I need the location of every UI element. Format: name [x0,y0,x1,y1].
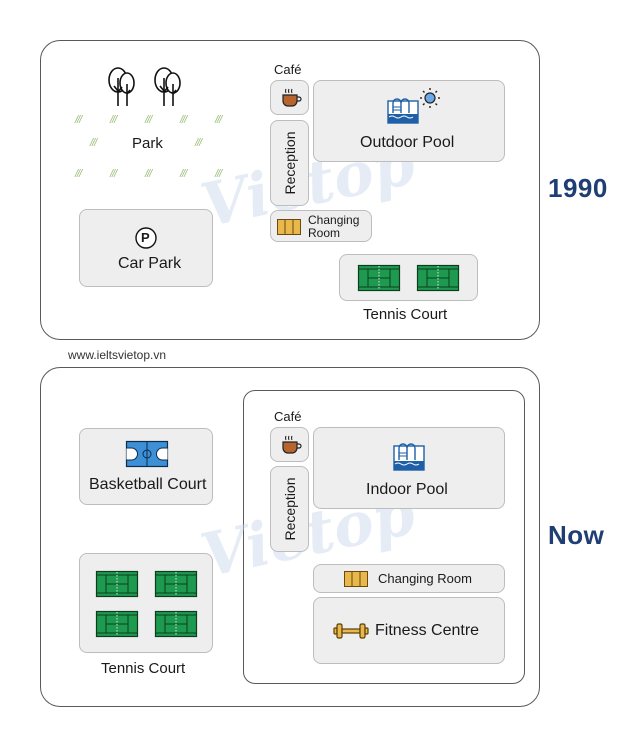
pool-icon [393,443,425,471]
tennis-court-icon [416,264,460,292]
grass-icon: /// [75,114,82,126]
grass-icon: /// [110,168,117,180]
car-park-1990: P Car Park [79,209,213,287]
cafe-now [270,427,309,462]
lockers-icon [277,219,301,235]
reception-now: Reception [270,466,309,552]
tennis-court-label: Tennis Court [101,660,186,677]
park-label: Park [132,135,163,152]
tennis-court-1990 [339,254,478,301]
changing-room-label: Changing [308,213,360,227]
grass-icon: /// [180,168,187,180]
basketball-court-label: Basketball Court [89,476,207,493]
tennis-court-icon [95,610,139,638]
reception-label: Reception [282,131,298,195]
reception-label: Reception [282,477,298,541]
outdoor-pool-label: Outdoor Pool [360,134,455,151]
cafe-label: Café [274,62,302,77]
grass-icon: /// [195,137,202,149]
parking-icon-glyph: P [141,230,150,245]
website-url[interactable]: www.ieltsvietop.vn [68,348,166,362]
fitness-centre-label: Fitness Centre [375,622,480,639]
pool-sun-icon [387,88,440,124]
grass-icon: /// [180,114,187,126]
outdoor-pool: Outdoor Pool [313,80,505,162]
grass-icon: /// [90,137,97,149]
grass-icon: /// [215,168,222,180]
grass-icon: /// [145,168,152,180]
lockers-icon [344,571,368,587]
grass-icon: /// [110,114,117,126]
grass-icon: /// [75,168,82,180]
grass-icon: /// [215,114,222,126]
changing-room-label: Changing Room [378,571,472,586]
indoor-pool: Indoor Pool [313,427,505,509]
year-label-now: Now [548,520,605,550]
year-label-1990: 1990 [548,173,608,203]
tennis-court-label: Tennis Court [363,306,448,323]
tennis-court-icon [154,570,198,598]
changing-room-now: Changing Room [313,564,505,593]
cafe-1990 [270,80,309,115]
indoor-pool-label: Indoor Pool [366,481,448,498]
tree-icon [108,67,135,106]
changing-room-1990: Changing Room [270,210,372,242]
car-park-label: Car Park [118,255,182,272]
fitness-centre: Fitness Centre [313,597,505,664]
reception-1990: Reception [270,120,309,206]
basketball-court-icon [125,440,169,468]
grass-icon: /// [145,114,152,126]
tree-icon [154,67,181,106]
coffee-cup-icon [282,88,302,107]
tennis-court-icon [357,264,401,292]
tennis-court-icon [154,610,198,638]
coffee-cup-icon [282,435,302,454]
cafe-label: Café [274,409,302,424]
tennis-court-now [79,553,213,653]
tennis-court-icon [95,570,139,598]
dumbbell-icon [333,623,369,639]
basketball-court: Basketball Court [79,428,213,505]
changing-room-label: Room [308,226,341,240]
